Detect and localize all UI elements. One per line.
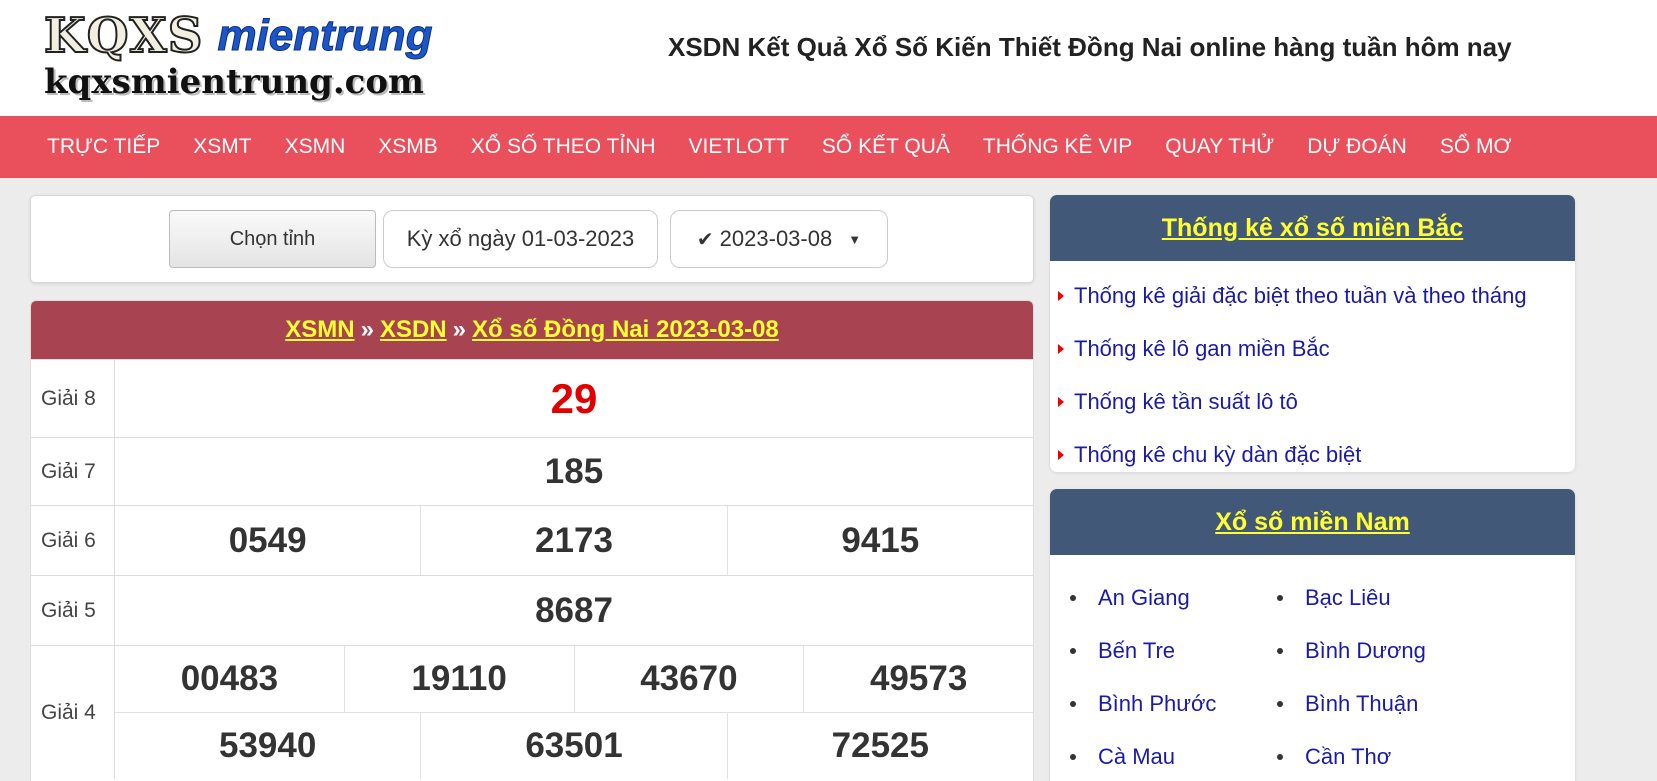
filter-bar: Chọn tỉnh Kỳ xổ ngày 01-03-2023 ✔ 2023-0…: [30, 195, 1034, 283]
bullet-dot-icon: [1277, 647, 1283, 654]
province-label: Bến Tre: [1098, 637, 1176, 663]
province-link[interactable]: Cần Thơ: [1277, 730, 1537, 781]
south-lottery-title: Xổ số miền Nam: [1050, 489, 1575, 555]
stats-link[interactable]: Thống kê lô gan miền Bắc: [1058, 322, 1575, 375]
nav-item-xsmt[interactable]: XSMT: [193, 135, 251, 159]
prize-row-6: Giải 6 0549 2173 9415: [31, 505, 1033, 575]
nav-item-vietlott[interactable]: VIETLOTT: [689, 135, 789, 159]
prize-number: 0549: [228, 520, 307, 560]
province-link[interactable]: Cà Mau: [1070, 730, 1277, 781]
stats-north-title-link[interactable]: Thống kê xổ số miền Bắc: [1162, 214, 1463, 242]
logo-domain: kqxsmientrung.com: [44, 62, 425, 102]
prize-number: 43670: [573, 646, 804, 712]
province-link[interactable]: Bạc Liêu: [1277, 571, 1537, 624]
south-lottery-panel: Xổ số miền Nam An Giang Bạc Liêu Bến Tre…: [1050, 489, 1575, 781]
nav-item-xsmb[interactable]: XSMB: [378, 135, 438, 159]
south-lottery-title-link[interactable]: Xổ số miền Nam: [1215, 508, 1410, 536]
nav-item-xo-so-theo-tinh[interactable]: XỔ SỐ THEO TỈNH: [471, 135, 656, 159]
bullet-dot-icon: [1277, 700, 1283, 707]
province-link[interactable]: Bình Thuận: [1277, 677, 1537, 730]
nav-item-thong-ke-vip[interactable]: THỐNG KÊ VIP: [983, 135, 1132, 159]
triangle-bullet-icon: [1058, 396, 1064, 407]
province-label: An Giang: [1098, 584, 1190, 610]
choose-province-button[interactable]: Chọn tỉnh: [169, 210, 376, 268]
nav-item-xsmn[interactable]: XSMN: [285, 135, 346, 159]
selected-date-value: 2023-03-08: [719, 226, 833, 251]
stats-link-label: Thống kê giải đặc biệt theo tuần và theo…: [1074, 282, 1527, 308]
province-label: Cà Mau: [1098, 743, 1176, 769]
prize-row-8: Giải 8 29: [31, 359, 1033, 437]
bullet-dot-icon: [1070, 753, 1076, 760]
prize-number: 29: [550, 374, 598, 422]
stats-link[interactable]: Thống kê giải đặc biệt theo tuần và theo…: [1058, 269, 1575, 322]
triangle-bullet-icon: [1058, 290, 1064, 301]
province-label: Bình Thuận: [1305, 690, 1419, 716]
prize-number: 49573: [803, 646, 1033, 712]
bullet-dot-icon: [1277, 594, 1283, 601]
breadcrumb: XSMN» XSDN» Xổ số Đồng Nai 2023-03-08: [31, 301, 1033, 359]
stats-link[interactable]: Thống kê tần suất lô tô: [1058, 375, 1575, 428]
prize-row-5: Giải 5 8687: [31, 575, 1033, 645]
site-logo[interactable]: KQXS mientrung kqxsmientrung.com: [43, 8, 464, 106]
breadcrumb-xsdn[interactable]: XSDN: [380, 316, 447, 343]
province-label: Cần Thơ: [1305, 743, 1392, 769]
caret-down-icon: ▼: [848, 231, 862, 247]
province-link[interactable]: Bình Dương: [1277, 624, 1537, 677]
bullet-dot-icon: [1070, 594, 1076, 601]
site-header: KQXS mientrung kqxsmientrung.com XSDN Kế…: [0, 0, 1657, 116]
prize-label: Giải 4: [31, 646, 115, 779]
breadcrumb-separator: »: [360, 316, 374, 343]
check-icon: ✔: [696, 228, 714, 251]
bullet-dot-icon: [1277, 753, 1283, 760]
prize-number: 9415: [726, 506, 1033, 575]
stats-north-panel: Thống kê xổ số miền Bắc Thống kê giải đặ…: [1050, 195, 1575, 472]
date-select[interactable]: ✔ 2023-03-08 ▼: [670, 210, 888, 268]
prize-number: 8687: [535, 590, 613, 630]
prize-number: 72525: [726, 713, 1033, 779]
prize-number: 53940: [219, 726, 317, 765]
breadcrumb-current[interactable]: Xổ số Đồng Nai 2023-03-08: [472, 316, 779, 343]
prize-number: 00483: [180, 659, 279, 698]
triangle-bullet-icon: [1058, 343, 1064, 354]
triangle-bullet-icon: [1058, 449, 1064, 460]
prize-number: 19110: [343, 646, 574, 712]
province-link[interactable]: An Giang: [1070, 571, 1277, 624]
stats-north-title: Thống kê xổ số miền Bắc: [1050, 195, 1575, 261]
prize-label: Giải 6: [31, 506, 115, 575]
nav-item-so-mo[interactable]: SỔ MƠ: [1440, 135, 1512, 159]
stats-link-label: Thống kê lô gan miền Bắc: [1074, 335, 1330, 361]
bullet-dot-icon: [1070, 700, 1076, 707]
breadcrumb-xsmn[interactable]: XSMN: [285, 316, 354, 343]
results-table: XSMN» XSDN» Xổ số Đồng Nai 2023-03-08 Giải…: [30, 300, 1034, 781]
province-label: Bạc Liêu: [1305, 584, 1391, 610]
bullet-dot-icon: [1070, 647, 1076, 654]
prize-label: Giải 5: [31, 576, 115, 645]
main-nav: TRỰC TIẾP XSMT XSMN XSMB XỔ SỐ THEO TỈNH…: [0, 116, 1657, 178]
nav-item-truc-tiep[interactable]: TRỰC TIẾP: [47, 135, 160, 159]
nav-item-du-doan[interactable]: DỰ ĐOÁN: [1307, 135, 1407, 159]
stats-link[interactable]: Thống kê chu kỳ dàn đặc biệt: [1058, 428, 1575, 472]
prize-number: 185: [544, 451, 604, 491]
prize-row-7: Giải 7 185: [31, 437, 1033, 505]
nav-item-so-ket-qua[interactable]: SỔ KẾT QUẢ: [822, 135, 950, 159]
province-link[interactable]: Bình Phước: [1070, 677, 1277, 730]
stats-link-label: Thống kê chu kỳ dàn đặc biệt: [1074, 441, 1362, 467]
prize-label: Giải 7: [31, 438, 115, 505]
draw-date-field[interactable]: Kỳ xổ ngày 01-03-2023: [383, 210, 658, 268]
nav-item-quay-thu[interactable]: QUAY THỬ: [1165, 135, 1274, 159]
prize-number: 63501: [420, 713, 726, 779]
logo-suffix: mientrung: [217, 11, 433, 61]
province-label: Bình Dương: [1305, 637, 1426, 663]
logo-brand: KQXS: [43, 8, 204, 64]
province-link[interactable]: Bến Tre: [1070, 624, 1277, 677]
prize-label: Giải 8: [31, 360, 115, 437]
breadcrumb-separator: »: [452, 316, 466, 343]
prize-number: 2173: [420, 506, 726, 575]
stats-link-label: Thống kê tần suất lô tô: [1074, 388, 1298, 414]
province-label: Bình Phước: [1098, 690, 1217, 716]
prize-row-4: Giải 4 00483 19110 43670 49573 53940 635…: [31, 645, 1033, 779]
page-title: XSDN Kết Quả Xổ Số Kiến Thiết Đồng Nai o…: [668, 32, 1512, 62]
